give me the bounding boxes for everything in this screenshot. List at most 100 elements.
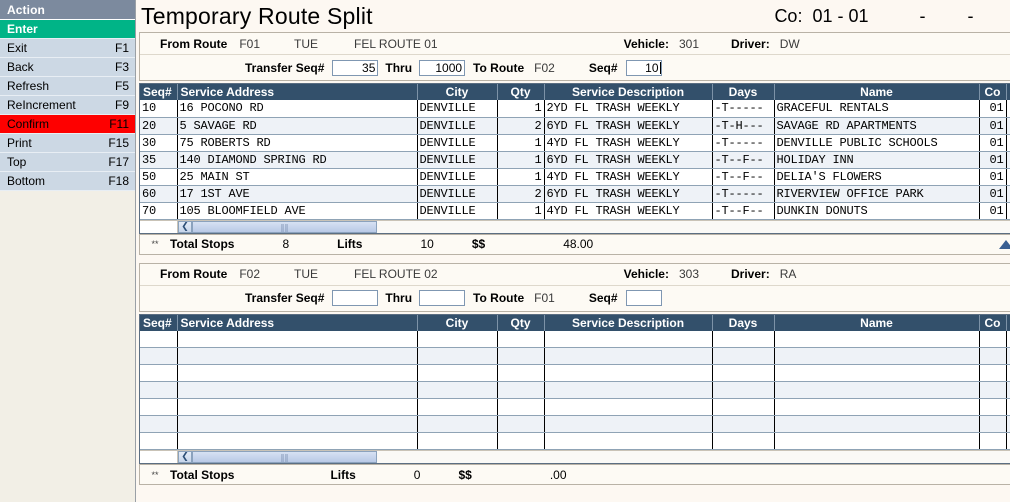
- cell-cus[interactable]: [1006, 168, 1010, 186]
- scroll-track-1[interactable]: ‖‖ ❯: [192, 220, 1010, 233]
- cell-cus[interactable]: [1006, 347, 1010, 365]
- cell-seq[interactable]: 10: [140, 100, 178, 118]
- cell-cus[interactable]: [1006, 151, 1010, 169]
- transfer-seq-from-input-2[interactable]: [332, 290, 379, 306]
- cell-name[interactable]: [774, 415, 980, 433]
- table-row[interactable]: [140, 398, 1010, 416]
- cell-city[interactable]: [417, 398, 498, 416]
- cell-desc[interactable]: 4YD FL TRASH WEEKLY: [544, 202, 713, 220]
- scroll-left-arrow-2[interactable]: ❮: [178, 451, 192, 463]
- cell-desc[interactable]: [544, 364, 713, 382]
- col-days[interactable]: Days: [712, 84, 775, 100]
- cell-cus[interactable]: [1006, 364, 1010, 382]
- cell-city[interactable]: DENVILLE: [417, 117, 498, 135]
- cell-cus[interactable]: [1006, 415, 1010, 433]
- cell-days[interactable]: [712, 330, 775, 348]
- cell-name[interactable]: RIVERVIEW OFFICE PARK: [774, 185, 980, 203]
- cell-co[interactable]: 01: [979, 168, 1007, 186]
- col-name[interactable]: Name: [774, 84, 980, 100]
- cell-seq[interactable]: [140, 415, 178, 433]
- cell-qty[interactable]: [497, 364, 545, 382]
- col-seq[interactable]: Seq#: [140, 84, 178, 100]
- cell-seq[interactable]: [140, 432, 178, 450]
- cell-cus[interactable]: [1006, 202, 1010, 220]
- col-seq-2[interactable]: Seq#: [140, 314, 178, 331]
- col-qty-2[interactable]: Qty: [497, 314, 545, 331]
- cell-qty[interactable]: 2: [497, 117, 545, 135]
- transfer-seq-thru-input-1[interactable]: [419, 59, 466, 76]
- sidebar-item-exit[interactable]: Exit F1: [0, 39, 135, 58]
- move-up-icon[interactable]: [998, 239, 1010, 249]
- cell-address[interactable]: [177, 432, 418, 450]
- scroll-thumb-1[interactable]: ‖‖: [192, 220, 377, 233]
- horizontal-scrollbar-2[interactable]: ❮ ‖‖ ❯: [140, 450, 1010, 463]
- cell-address[interactable]: [177, 415, 418, 433]
- cell-name[interactable]: DELIA'S FLOWERS: [774, 168, 980, 186]
- table-row[interactable]: 10 16 POCONO RD DENVILLE 1 2YD FL TRASH WEEK…: [140, 100, 1010, 118]
- cell-address[interactable]: 5 SAVAGE RD: [177, 117, 418, 135]
- cell-days[interactable]: -T--F--: [712, 168, 775, 186]
- sidebar-item-reincrement[interactable]: ReIncrement F9: [0, 96, 135, 115]
- cell-desc[interactable]: [544, 330, 713, 348]
- cell-desc[interactable]: [544, 432, 713, 450]
- cell-name[interactable]: DUNKIN DONUTS: [774, 202, 980, 220]
- transfer-seq-from-input-1[interactable]: [332, 59, 379, 76]
- cell-qty[interactable]: 2: [497, 185, 545, 203]
- cell-days[interactable]: -T--F--: [712, 202, 775, 220]
- table-row[interactable]: [140, 330, 1010, 348]
- cell-cus[interactable]: [1006, 185, 1010, 203]
- cell-days[interactable]: [712, 364, 775, 382]
- cell-days[interactable]: [712, 398, 775, 416]
- sidebar-item-bottom[interactable]: Bottom F18: [0, 172, 135, 191]
- cell-name[interactable]: GRACEFUL RENTALS: [774, 100, 980, 118]
- cell-address[interactable]: [177, 398, 418, 416]
- col-description[interactable]: Service Description: [544, 84, 713, 100]
- seq-input-1[interactable]: [625, 59, 662, 76]
- cell-city[interactable]: DENVILLE: [417, 151, 498, 169]
- sidebar-item-print[interactable]: Print F15: [0, 134, 135, 153]
- sidebar-item-back[interactable]: Back F3: [0, 58, 135, 77]
- cell-seq[interactable]: 50: [140, 168, 178, 186]
- cell-desc[interactable]: [544, 381, 713, 399]
- cell-seq[interactable]: [140, 398, 178, 416]
- cell-desc[interactable]: 6YD FL TRASH WEEKLY: [544, 151, 713, 169]
- cell-address[interactable]: [177, 347, 418, 365]
- cell-cus[interactable]: [1006, 398, 1010, 416]
- cell-seq[interactable]: 60: [140, 185, 178, 203]
- cell-city[interactable]: DENVILLE: [417, 168, 498, 186]
- cell-co[interactable]: [979, 330, 1007, 348]
- cell-desc[interactable]: 4YD FL TRASH WEEKLY: [544, 134, 713, 152]
- cell-days[interactable]: [712, 432, 775, 450]
- col-address[interactable]: Service Address: [177, 84, 418, 100]
- cell-days[interactable]: -T-----: [712, 185, 775, 203]
- col-cus-2[interactable]: Cus: [1006, 314, 1010, 331]
- cell-qty[interactable]: [497, 415, 545, 433]
- cell-co[interactable]: [979, 398, 1007, 416]
- table-row[interactable]: [140, 364, 1010, 382]
- cell-qty[interactable]: [497, 330, 545, 348]
- cell-name[interactable]: HOLIDAY INN: [774, 151, 980, 169]
- cell-co[interactable]: 01: [979, 134, 1007, 152]
- cell-name[interactable]: [774, 432, 980, 450]
- cell-desc[interactable]: 2YD FL TRASH WEEKLY: [544, 100, 713, 118]
- cell-co[interactable]: 01: [979, 117, 1007, 135]
- cell-address[interactable]: [177, 364, 418, 382]
- cell-city[interactable]: [417, 415, 498, 433]
- col-city[interactable]: City: [417, 84, 498, 100]
- sidebar-item-confirm[interactable]: Confirm F11: [0, 115, 135, 134]
- cell-address[interactable]: 17 1ST AVE: [177, 185, 418, 203]
- scroll-left-arrow-1[interactable]: ❮: [178, 220, 192, 233]
- table-row[interactable]: 35 140 DIAMOND SPRING RD DENVILLE 1 6YD FL T…: [140, 151, 1010, 169]
- cell-cus[interactable]: [1006, 330, 1010, 348]
- table-row[interactable]: [140, 415, 1010, 433]
- cell-address[interactable]: 75 ROBERTS RD: [177, 134, 418, 152]
- cell-seq[interactable]: [140, 347, 178, 365]
- col-days-2[interactable]: Days: [712, 314, 775, 331]
- cell-seq[interactable]: [140, 330, 178, 348]
- transfer-seq-thru-input-2[interactable]: [419, 290, 466, 306]
- cell-days[interactable]: -T-----: [712, 100, 775, 118]
- cell-seq[interactable]: 20: [140, 117, 178, 135]
- cell-cus[interactable]: [1006, 432, 1010, 450]
- cell-cus[interactable]: [1006, 100, 1010, 118]
- cell-cus[interactable]: [1006, 381, 1010, 399]
